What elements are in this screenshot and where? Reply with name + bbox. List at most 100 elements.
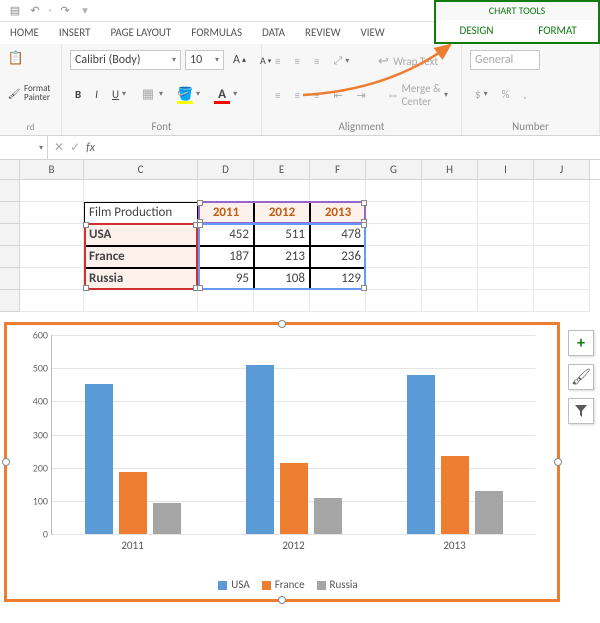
font-size-dropdown[interactable]: 10▾ (185, 50, 224, 70)
underline-button[interactable]: U▾ (107, 85, 131, 104)
increase-indent-button[interactable]: ⇥ (352, 86, 371, 105)
chart-bar[interactable] (441, 456, 469, 534)
table-corner[interactable]: Film Production (84, 202, 198, 224)
tab-chart-design[interactable]: DESIGN (436, 20, 517, 37)
decrease-indent-button[interactable]: ⇤ (328, 86, 347, 105)
font-name-dropdown[interactable]: Calibri (Body)▾ (70, 50, 181, 70)
select-all-corner[interactable] (0, 160, 20, 179)
orientation-button[interactable]: ⤢▾ (328, 51, 354, 71)
undo-icon[interactable]: ↶ (28, 4, 42, 18)
align-top-button[interactable]: ≡ (270, 52, 285, 71)
col-head[interactable]: H (422, 160, 478, 179)
chart-tools-contextual: CHART TOOLS DESIGN FORMAT (434, 0, 600, 44)
legend-label[interactable]: USA (231, 578, 249, 591)
chart-elements-button[interactable]: + (568, 330, 594, 356)
qat-customize-icon[interactable]: ▾ (78, 4, 92, 18)
y-tick-label: 200 (20, 461, 48, 474)
insert-function-icon[interactable]: fx (86, 141, 95, 155)
italic-button[interactable]: I (90, 85, 103, 104)
tab-home[interactable]: HOME (0, 22, 49, 44)
col-head[interactable]: I (478, 160, 534, 179)
col-head[interactable]: G (366, 160, 422, 179)
bold-button[interactable]: B (70, 85, 86, 104)
table-cell[interactable]: 236 (310, 246, 366, 268)
align-left-button[interactable]: ≡ (270, 86, 285, 105)
align-middle-button[interactable]: ≡ (289, 52, 304, 71)
tab-chart-format[interactable]: FORMAT (517, 20, 598, 37)
redo-icon[interactable]: ↷ (58, 4, 72, 18)
tab-view[interactable]: VIEW (351, 22, 395, 44)
chart-bar[interactable] (475, 491, 503, 534)
table-cell[interactable]: 108 (254, 268, 310, 290)
chart-bar[interactable] (85, 384, 113, 534)
currency-button[interactable]: $▾ (470, 85, 493, 104)
col-head[interactable]: B (20, 160, 84, 179)
chart-filters-button[interactable] (568, 398, 594, 424)
chart-bar[interactable] (246, 365, 274, 534)
borders-button[interactable]: ▦▾ (135, 83, 168, 105)
chart-object[interactable]: 0100200300400500600201120122013 USAFranc… (4, 322, 560, 602)
align-bottom-button[interactable]: ≡ (309, 52, 324, 71)
col-head[interactable]: D (198, 160, 254, 179)
save-icon[interactable]: ▤ (8, 4, 22, 18)
tab-page-layout[interactable]: PAGE LAYOUT (100, 22, 181, 44)
chart-bar[interactable] (119, 472, 147, 534)
fill-color-button[interactable]: 🪣▾ (172, 83, 205, 105)
col-head[interactable]: J (534, 160, 590, 179)
percent-button[interactable]: % (497, 85, 515, 104)
col-head[interactable]: F (310, 160, 366, 179)
format-painter-icon[interactable]: 🖌 (8, 87, 20, 99)
table-year[interactable]: 2012 (254, 202, 310, 224)
chart-styles-button[interactable]: 🖌 (568, 364, 594, 390)
table-row-label[interactable]: USA (84, 224, 198, 246)
font-color-button[interactable]: A▾ (209, 83, 242, 105)
y-tick-label: 500 (20, 362, 48, 375)
table-cell[interactable]: 213 (254, 246, 310, 268)
ribbon-group-clipboard: 📋 🖌Format Painter rd (0, 44, 62, 135)
name-box[interactable]: ▾ (0, 136, 48, 159)
align-right-button[interactable]: ≡ (309, 86, 324, 105)
table-year[interactable]: 2013 (310, 202, 366, 224)
enter-icon[interactable]: ✓ (70, 140, 80, 155)
tab-formulas[interactable]: FORMULAS (181, 22, 252, 44)
gridline (52, 368, 535, 369)
table-year[interactable]: 2011 (198, 202, 254, 224)
chart-bar[interactable] (407, 375, 435, 534)
tab-data[interactable]: DATA (252, 22, 295, 44)
table-cell[interactable]: 95 (198, 268, 254, 290)
legend-label[interactable]: France (275, 578, 305, 591)
worksheet[interactable]: B C D E F G H I J Film Production 2011 2… (0, 160, 600, 312)
legend-label[interactable]: Russia (330, 578, 358, 591)
chart-bar[interactable] (280, 463, 308, 534)
group-label-font: Font (70, 118, 253, 133)
column-headers[interactable]: B C D E F G H I J (0, 160, 600, 180)
tab-insert[interactable]: INSERT (49, 22, 101, 44)
formula-input[interactable] (101, 136, 600, 159)
number-format-dropdown[interactable]: General (470, 50, 540, 70)
chart-bar[interactable] (314, 498, 342, 534)
table-cell[interactable]: 187 (198, 246, 254, 268)
tab-review[interactable]: REVIEW (295, 22, 351, 44)
col-head[interactable]: C (84, 160, 198, 179)
comma-button[interactable]: , (518, 85, 531, 104)
table-row-label[interactable]: Russia (84, 268, 198, 290)
table-cell[interactable]: 129 (310, 268, 366, 290)
table-cell[interactable]: 511 (254, 224, 310, 246)
cancel-icon[interactable]: ✕ (54, 140, 64, 155)
x-tick-label: 2011 (121, 539, 143, 552)
increase-font-button[interactable]: A▴ (228, 50, 251, 70)
merge-center-button[interactable]: ⇔Merge & Center▾ (381, 79, 453, 111)
chart-legend[interactable]: USA France Russia (7, 578, 557, 591)
col-head[interactable]: E (254, 160, 310, 179)
y-tick-label: 600 (20, 329, 48, 342)
chart-plot-area[interactable]: 0100200300400500600201120122013 (17, 331, 547, 561)
wrap-text-button[interactable]: ↩Wrap Text (370, 50, 443, 72)
chart-bar[interactable] (153, 503, 181, 535)
paste-icon[interactable]: 📋 (8, 50, 24, 66)
x-tick-label: 2012 (282, 539, 304, 552)
cells-area[interactable]: Film Production 2011 2012 2013 USA 452 5… (0, 180, 600, 312)
table-cell[interactable]: 478 (310, 224, 366, 246)
align-center-button[interactable]: ≡ (289, 86, 304, 105)
table-row-label[interactable]: France (84, 246, 198, 268)
table-cell[interactable]: 452 (198, 224, 254, 246)
